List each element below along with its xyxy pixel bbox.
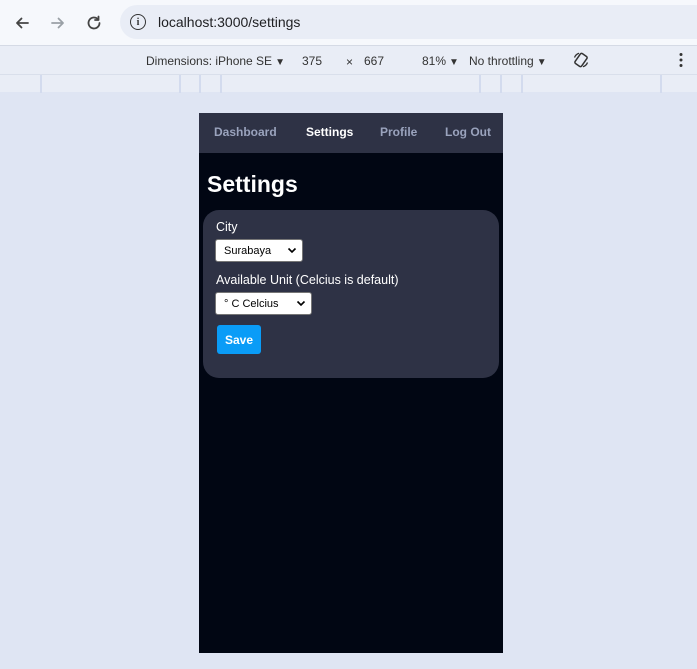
arrow-left-icon bbox=[16, 17, 29, 28]
nav-settings[interactable]: Settings bbox=[306, 125, 353, 139]
more-options-icon[interactable] bbox=[679, 52, 683, 68]
caret-down-icon: ▼ bbox=[536, 57, 547, 68]
dimension-separator: × bbox=[346, 55, 354, 69]
device-viewport: Dashboard Settings Profile Log Out Setti… bbox=[199, 113, 503, 653]
url-text[interactable]: localhost:3000/settings bbox=[158, 14, 300, 30]
caret-down-icon: ▼ bbox=[275, 57, 285, 68]
unit-select[interactable]: ° C Celcius bbox=[215, 292, 312, 315]
caret-down-icon: ▼ bbox=[449, 57, 459, 68]
media-query-ruler[interactable] bbox=[0, 74, 697, 93]
device-width-input[interactable]: 375 bbox=[302, 54, 322, 68]
arrow-right-icon bbox=[51, 17, 64, 28]
address-bar[interactable]: i localhost:3000/settings bbox=[120, 5, 697, 39]
app-navbar: Dashboard Settings Profile Log Out bbox=[199, 113, 503, 153]
zoom-select[interactable]: 81% ▼ bbox=[422, 54, 459, 68]
back-button[interactable] bbox=[4, 5, 40, 41]
page-title: Settings bbox=[207, 171, 298, 197]
city-select[interactable]: Surabaya bbox=[215, 239, 303, 262]
chevron-down-icon bbox=[287, 247, 297, 254]
chevron-down-icon bbox=[296, 300, 306, 307]
nav-profile[interactable]: Profile bbox=[380, 125, 417, 139]
unit-label: Available Unit (Celcius is default) bbox=[216, 273, 399, 287]
browser-toolbar: i localhost:3000/settings bbox=[0, 0, 697, 45]
device-toolbar: Dimensions: iPhone SE ▼ 375 × 667 81% ▼ No… bbox=[0, 45, 697, 74]
device-height-input[interactable]: 667 bbox=[364, 54, 384, 68]
save-button[interactable]: Save bbox=[217, 325, 261, 354]
device-dimensions-select[interactable]: Dimensions: iPhone SE ▼ bbox=[146, 54, 285, 68]
city-label: City bbox=[216, 220, 238, 234]
rotate-icon[interactable] bbox=[572, 51, 590, 69]
nav-logout[interactable]: Log Out bbox=[445, 125, 491, 139]
settings-card: City Surabaya Available Unit (Celcius is… bbox=[203, 210, 499, 378]
site-info-icon[interactable]: i bbox=[130, 14, 146, 30]
throttling-select[interactable]: No throttling ▼ bbox=[469, 54, 547, 68]
forward-button[interactable] bbox=[40, 5, 76, 41]
nav-dashboard[interactable]: Dashboard bbox=[214, 125, 277, 139]
reload-icon bbox=[87, 15, 101, 29]
reload-button[interactable] bbox=[76, 5, 112, 41]
